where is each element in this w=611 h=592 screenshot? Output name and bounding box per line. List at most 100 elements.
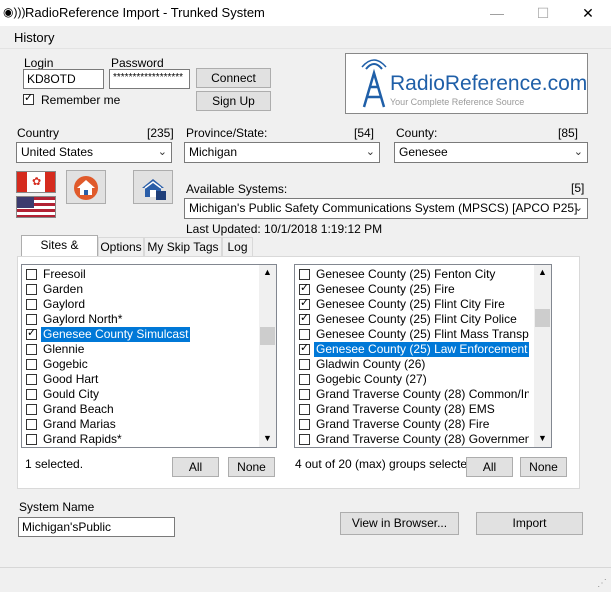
list-item[interactable]: Grand Rapids* xyxy=(24,432,256,447)
close-button[interactable]: ✕ xyxy=(565,0,611,26)
list-item[interactable]: Gould City xyxy=(24,387,256,402)
item-checkbox[interactable] xyxy=(26,314,37,325)
list-item[interactable]: Grand Traverse County (28) Government xyxy=(297,432,529,447)
list-item[interactable]: Grand Beach xyxy=(24,402,256,417)
tab-sites-groups[interactable]: Sites & Groups xyxy=(21,235,98,270)
menu-bar xyxy=(0,26,611,49)
import-button[interactable]: Import xyxy=(476,512,583,535)
home-export-button[interactable] xyxy=(66,170,106,204)
scroll-thumb[interactable] xyxy=(260,327,275,345)
list-item[interactable]: Garden xyxy=(24,282,256,297)
list-item[interactable]: Grand Marias xyxy=(24,417,256,432)
list-item[interactable]: Gaylord North* xyxy=(24,312,256,327)
groups-listbox[interactable]: Genesee County (25) Fenton CityGenesee C… xyxy=(294,264,552,448)
item-checkbox[interactable] xyxy=(26,389,37,400)
view-in-browser-button[interactable]: View in Browser... xyxy=(340,512,459,535)
login-field[interactable]: KD8OTD xyxy=(23,69,104,89)
item-checkbox[interactable] xyxy=(299,404,310,415)
groups-none-button[interactable]: None xyxy=(520,457,567,477)
county-dropdown[interactable]: Genesee ⌄ xyxy=(394,142,588,163)
systems-dropdown[interactable]: Michigan's Public Safety Communications … xyxy=(184,198,588,219)
item-checkbox[interactable] xyxy=(299,434,310,445)
login-label: Login xyxy=(24,56,54,70)
minimize-button[interactable]: — xyxy=(474,0,520,26)
list-item[interactable]: Grand Traverse County (28) Common/Intero… xyxy=(297,387,529,402)
item-checkbox[interactable] xyxy=(26,374,37,385)
item-checkbox[interactable] xyxy=(299,269,310,280)
scroll-up-icon[interactable]: ▲ xyxy=(263,267,272,277)
list-item[interactable]: Genesee County (25) Fenton City xyxy=(297,267,529,282)
sites-all-button[interactable]: All xyxy=(172,457,219,477)
country-dropdown[interactable]: United States ⌄ xyxy=(16,142,172,163)
system-name-field[interactable]: Michigan'sPublic xyxy=(18,517,175,537)
sign-up-button[interactable]: Sign Up xyxy=(196,91,271,111)
item-checkbox[interactable] xyxy=(299,297,310,311)
list-item[interactable]: Grand Traverse County (28) EMS xyxy=(297,402,529,417)
list-item[interactable]: Genesee County (25) Fire xyxy=(297,282,529,297)
remember-me-checkbox[interactable] xyxy=(23,91,34,105)
item-checkbox[interactable] xyxy=(299,374,310,385)
list-item[interactable]: Genesee County (25) Law Enforcement xyxy=(297,342,529,357)
list-item-label: Grand Beach xyxy=(43,402,114,416)
sites-none-button[interactable]: None xyxy=(228,457,275,477)
maximize-button[interactable]: ☐ xyxy=(520,0,566,26)
list-item[interactable]: Genesee County (25) Flint Mass Transport… xyxy=(297,327,529,342)
item-checkbox[interactable] xyxy=(26,269,37,280)
resize-grip-icon[interactable]: ⋰ xyxy=(597,578,607,589)
item-checkbox[interactable] xyxy=(299,329,310,340)
groups-all-button[interactable]: All xyxy=(466,457,513,477)
list-item-label: Gaylord North* xyxy=(43,312,123,326)
list-item[interactable]: Gladwin County (26) xyxy=(297,357,529,372)
item-checkbox[interactable] xyxy=(299,359,310,370)
sites-listbox[interactable]: FreesoilGardenGaylordGaylord North*Genes… xyxy=(21,264,277,448)
item-checkbox[interactable] xyxy=(26,299,37,310)
list-item-label: Grand Rapids* xyxy=(43,432,122,446)
item-checkbox[interactable] xyxy=(299,312,310,326)
sites-scrollbar[interactable]: ▲ ▼ xyxy=(259,265,276,447)
list-item[interactable]: Genesee County (25) Flint City Fire xyxy=(297,297,529,312)
list-item[interactable]: Gogebic County (27) xyxy=(297,372,529,387)
list-item[interactable]: Genesee County (25) Flint City Police xyxy=(297,312,529,327)
list-item[interactable]: Gogebic xyxy=(24,357,256,372)
menu-history[interactable]: History xyxy=(14,30,54,45)
tab-my-skip-tags[interactable]: My Skip Tags xyxy=(144,237,222,257)
password-field[interactable]: ****************** xyxy=(109,69,190,89)
item-checkbox[interactable] xyxy=(26,434,37,445)
item-checkbox[interactable] xyxy=(26,344,37,355)
item-checkbox[interactable] xyxy=(26,284,37,295)
tab-log[interactable]: Log xyxy=(222,237,253,257)
scroll-down-icon[interactable]: ▼ xyxy=(263,433,272,443)
list-item[interactable]: Grand Traverse County (28) Fire xyxy=(297,417,529,432)
list-item[interactable]: Genesee County Simulcast xyxy=(24,327,256,342)
scroll-down-icon[interactable]: ▼ xyxy=(538,433,547,443)
list-item-label: Grand Traverse County (28) EMS xyxy=(316,402,495,416)
item-checkbox[interactable] xyxy=(26,359,37,370)
groups-scrollbar[interactable]: ▲ ▼ xyxy=(534,265,551,447)
item-checkbox[interactable] xyxy=(299,419,310,430)
list-item[interactable]: Freesoil xyxy=(24,267,256,282)
item-checkbox[interactable] xyxy=(26,327,37,341)
scroll-up-icon[interactable]: ▲ xyxy=(538,267,547,277)
list-item-label: Gaylord xyxy=(43,297,86,311)
scroll-thumb[interactable] xyxy=(535,309,550,327)
list-item-label: Genesee County (25) Flint City Police xyxy=(316,312,517,326)
item-checkbox[interactable] xyxy=(26,419,37,430)
item-checkbox[interactable] xyxy=(299,342,310,356)
home-save-button[interactable] xyxy=(133,170,173,204)
item-checkbox[interactable] xyxy=(26,404,37,415)
chevron-down-icon: ⌄ xyxy=(573,146,583,158)
connect-button[interactable]: Connect xyxy=(196,68,271,88)
list-item-label: Grand Traverse County (28) Government xyxy=(316,432,529,446)
item-checkbox[interactable] xyxy=(299,282,310,296)
canada-flag-button[interactable]: ✿ xyxy=(16,171,56,193)
tab-options[interactable]: Options xyxy=(98,237,144,257)
app-radio-icon: ◉))) xyxy=(3,5,26,19)
item-checkbox[interactable] xyxy=(299,389,310,400)
list-item-label: Garden xyxy=(43,282,84,296)
list-item[interactable]: Gaylord xyxy=(24,297,256,312)
list-item-label: Good Hart xyxy=(43,372,99,386)
list-item[interactable]: Good Hart xyxy=(24,372,256,387)
list-item[interactable]: Glennie xyxy=(24,342,256,357)
province-dropdown[interactable]: Michigan ⌄ xyxy=(184,142,380,163)
usa-flag-button[interactable] xyxy=(16,196,56,218)
